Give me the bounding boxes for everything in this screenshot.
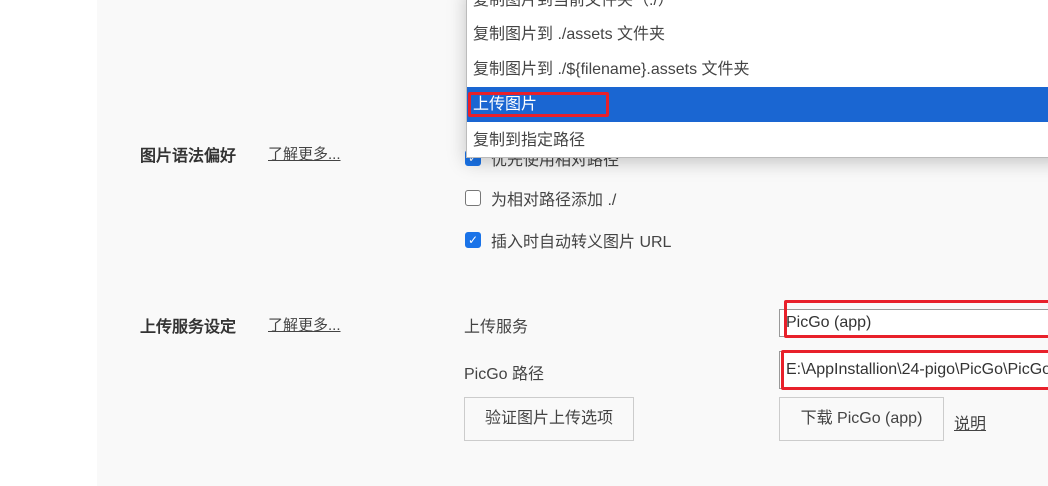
dropdown-option[interactable]: 复制到指定路径 (467, 123, 1048, 158)
image-syntax-learn-more-link[interactable]: 了解更多... (268, 143, 341, 164)
annotation-box (468, 92, 609, 117)
dropdown-option[interactable]: 复制图片到 ./${filename}.assets 文件夹 (467, 52, 1048, 87)
picgo-path-label: PicGo 路径 (464, 366, 545, 383)
upload-settings-title: 上传服务设定 (140, 319, 237, 336)
checkbox-checked-icon: ✓ (465, 232, 481, 248)
dropdown-option[interactable]: 复制图片到当前文件夹（./） (467, 0, 1048, 18)
checkbox-unchecked-icon (465, 190, 481, 206)
verify-upload-button[interactable]: 验证图片上传选项 (464, 397, 634, 441)
escape-url-checkbox[interactable]: ✓ 插入时自动转义图片 URL (465, 228, 671, 252)
upload-learn-more-link[interactable]: 了解更多... (268, 314, 341, 335)
help-link[interactable]: 说明 (954, 410, 986, 434)
add-dot-slash-checkbox[interactable]: 为相对路径添加 ./ (465, 186, 616, 210)
annotation-box (784, 300, 1048, 338)
annotation-box (781, 350, 1048, 390)
image-insert-action-dropdown[interactable]: 复制图片到当前文件夹（./） 复制图片到 ./assets 文件夹 复制图片到 … (466, 0, 1048, 158)
image-syntax-title: 图片语法偏好 (140, 148, 237, 165)
download-picgo-button[interactable]: 下载 PicGo (app) (779, 397, 944, 441)
dropdown-option[interactable]: 复制图片到 ./assets 文件夹 (467, 17, 1048, 52)
upload-service-label: 上传服务 (464, 319, 529, 336)
